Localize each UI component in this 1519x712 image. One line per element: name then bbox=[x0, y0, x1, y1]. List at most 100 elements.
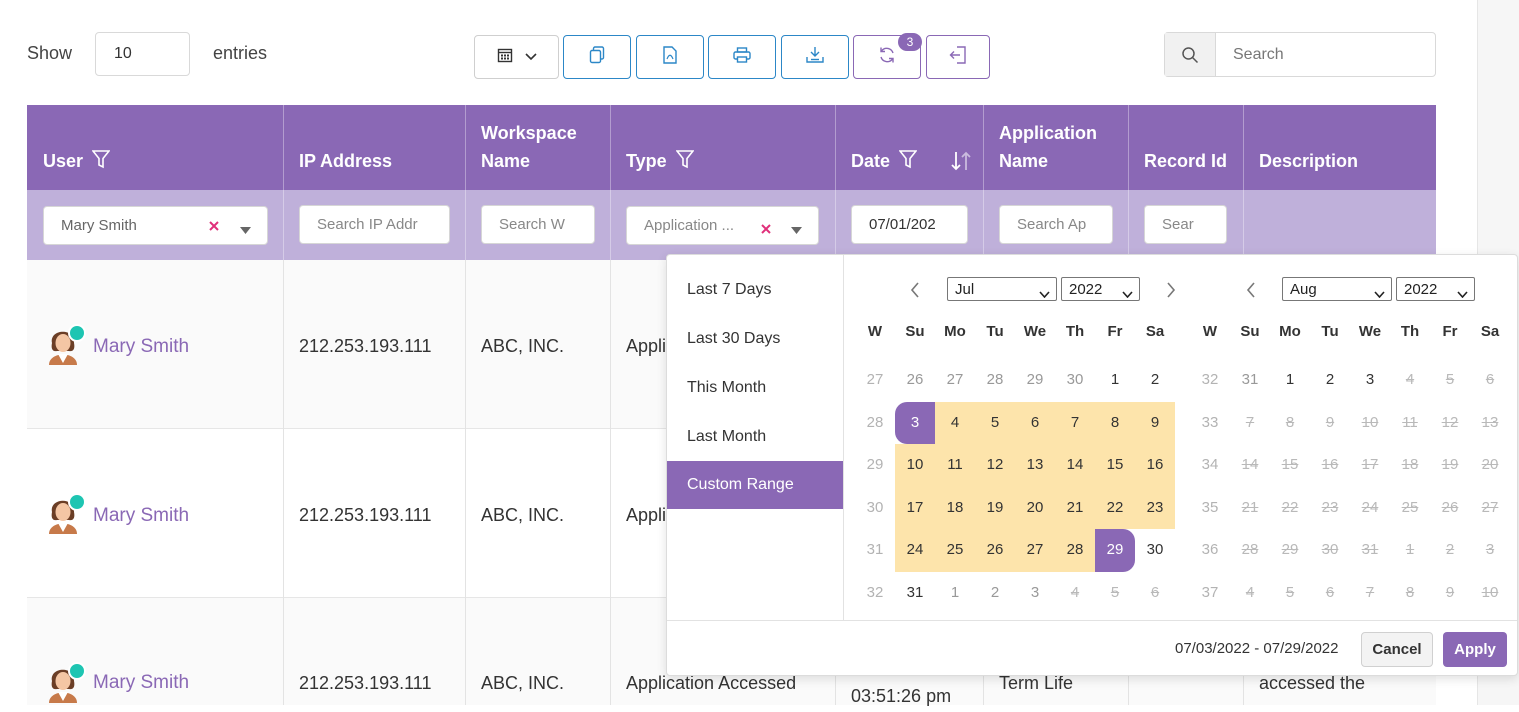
header-user[interactable]: User bbox=[43, 147, 111, 177]
user-link[interactable]: Mary Smith bbox=[93, 336, 189, 358]
user-link[interactable]: Mary Smith bbox=[93, 505, 189, 527]
calendar-day[interactable]: 20 bbox=[1015, 486, 1055, 530]
header-ip-address[interactable]: IP Address bbox=[299, 147, 392, 175]
calendar-day[interactable]: 19 bbox=[975, 486, 1015, 530]
user-filter-select[interactable]: Mary Smith bbox=[43, 206, 268, 245]
calendar-day[interactable]: 1 bbox=[1270, 359, 1310, 402]
workspace-filter-input[interactable]: Search W bbox=[481, 205, 595, 244]
calendar-day[interactable]: 2 bbox=[975, 572, 1015, 615]
calendar-day[interactable]: 13 bbox=[1015, 444, 1055, 487]
calendar-day[interactable]: 27 bbox=[935, 359, 975, 402]
day-of-week-header: Tu bbox=[986, 323, 1004, 340]
calendar-day[interactable]: 28 bbox=[1055, 529, 1095, 572]
prev-month-icon[interactable] bbox=[1246, 282, 1256, 303]
calendar-day[interactable]: 3 bbox=[1350, 359, 1390, 402]
clear-icon[interactable] bbox=[761, 221, 771, 239]
calendar-day[interactable]: 3 bbox=[1015, 572, 1055, 615]
calendar-day[interactable]: 22 bbox=[1095, 486, 1135, 530]
calendar-day[interactable]: 26 bbox=[975, 529, 1015, 572]
caret-down-icon[interactable] bbox=[240, 221, 251, 239]
calendar-day[interactable]: 4 bbox=[935, 401, 975, 445]
entries-select[interactable]: 10 bbox=[95, 32, 190, 76]
calendar-day[interactable]: 23 bbox=[1135, 486, 1175, 530]
cancel-button[interactable]: Cancel bbox=[1361, 632, 1433, 667]
filter-icon[interactable] bbox=[675, 149, 695, 177]
calendar-day: 30 bbox=[1321, 541, 1339, 559]
header-type[interactable]: Type bbox=[626, 147, 695, 177]
calendar-day[interactable]: 31 bbox=[895, 572, 935, 615]
calendar-day[interactable]: 2 bbox=[1310, 359, 1350, 402]
header-description[interactable]: Description bbox=[1259, 147, 1358, 175]
caret-down-icon[interactable] bbox=[791, 221, 802, 239]
calendar-day[interactable]: 29 bbox=[1095, 529, 1135, 572]
calendar-day[interactable]: 6 bbox=[1015, 401, 1055, 445]
range-last-7-days[interactable]: Last 7 Days bbox=[667, 266, 843, 314]
calendar-day[interactable]: 29 bbox=[1015, 359, 1055, 402]
calendar-day: 25 bbox=[1401, 498, 1419, 516]
import-button[interactable] bbox=[926, 35, 990, 79]
sort-icon[interactable] bbox=[950, 151, 972, 176]
pdf-button[interactable] bbox=[636, 35, 704, 79]
calendar-day[interactable]: 16 bbox=[1135, 444, 1175, 487]
header-workspace-name[interactable]: Workspace Name bbox=[481, 119, 591, 175]
header-application-name[interactable]: Application Name bbox=[999, 119, 1119, 175]
copy-button[interactable] bbox=[563, 35, 631, 79]
calendar-day[interactable]: 25 bbox=[935, 529, 975, 572]
calendar-day[interactable]: 14 bbox=[1055, 444, 1095, 487]
calendar-day: 8 bbox=[1405, 584, 1415, 601]
export-button[interactable] bbox=[781, 35, 849, 79]
range-last-month[interactable]: Last Month bbox=[667, 413, 843, 461]
search-input[interactable]: Search bbox=[1233, 46, 1284, 64]
calendar-day[interactable]: 8 bbox=[1095, 401, 1135, 445]
next-month-icon[interactable] bbox=[1166, 282, 1176, 303]
date-filter-input[interactable]: 07/01/202 bbox=[851, 205, 968, 244]
calendar-day[interactable]: 12 bbox=[975, 444, 1015, 487]
calendar-day[interactable]: 18 bbox=[935, 486, 975, 530]
application-filter-input[interactable]: Search Ap bbox=[999, 205, 1113, 244]
apply-button[interactable]: Apply bbox=[1443, 632, 1507, 667]
filter-icon[interactable] bbox=[91, 149, 111, 177]
filter-icon[interactable] bbox=[898, 149, 918, 177]
ip-filter-input[interactable]: Search IP Addr bbox=[299, 205, 450, 244]
calendar-day[interactable]: 10 bbox=[895, 444, 935, 487]
record-filter-input[interactable]: Sear bbox=[1144, 205, 1227, 244]
calendar-day[interactable]: 11 bbox=[935, 444, 975, 487]
calendar-day[interactable]: 31 bbox=[1230, 359, 1270, 402]
header-date[interactable]: Date bbox=[851, 147, 918, 177]
calendar-day[interactable]: 1 bbox=[1095, 359, 1135, 402]
calendar-day[interactable]: 2 bbox=[1135, 359, 1175, 402]
calendar-day[interactable]: 21 bbox=[1055, 486, 1095, 530]
calendar-day[interactable]: 3 bbox=[895, 401, 935, 445]
week-number: 32 bbox=[866, 584, 884, 601]
calendar-day[interactable]: 30 bbox=[1055, 359, 1095, 402]
calendar-day[interactable]: 24 bbox=[895, 529, 935, 572]
search-box[interactable]: Search bbox=[1164, 32, 1436, 77]
calendar-day[interactable]: 15 bbox=[1095, 444, 1135, 487]
filter-row: Mary Smith Search IP Addr Search W Appli… bbox=[27, 190, 1436, 260]
calendar-day: 4 bbox=[1405, 371, 1415, 388]
user-link[interactable]: Mary Smith bbox=[93, 672, 189, 694]
clear-icon[interactable] bbox=[209, 218, 219, 236]
calendar-day[interactable]: 5 bbox=[975, 401, 1015, 445]
calendar-day[interactable]: 26 bbox=[895, 359, 935, 402]
calendar-day[interactable]: 30 bbox=[1135, 529, 1175, 572]
print-button[interactable] bbox=[708, 35, 776, 79]
column-visibility-button[interactable] bbox=[474, 35, 559, 79]
calendar-day[interactable]: 7 bbox=[1055, 401, 1095, 445]
calendar-day: 17 bbox=[1361, 456, 1379, 474]
calendar-day[interactable]: 1 bbox=[935, 572, 975, 615]
range-custom-range[interactable]: Custom Range bbox=[667, 461, 843, 509]
workspace-cell: ABC, INC. bbox=[481, 505, 565, 525]
header-record-id[interactable]: Record Id bbox=[1144, 147, 1227, 175]
calendar-day[interactable]: 9 bbox=[1135, 401, 1175, 445]
calendar-day[interactable]: 17 bbox=[895, 486, 935, 530]
prev-month-icon[interactable] bbox=[910, 282, 920, 303]
calendar-day[interactable]: 28 bbox=[975, 359, 1015, 402]
range-this-month[interactable]: This Month bbox=[667, 364, 843, 412]
range-last-30-days[interactable]: Last 30 Days bbox=[667, 315, 843, 363]
workspace-cell: ABC, INC. bbox=[481, 673, 565, 693]
chevron-down-icon bbox=[1457, 285, 1468, 303]
calendar-day[interactable]: 27 bbox=[1015, 529, 1055, 572]
type-cell: Appli bbox=[626, 505, 667, 525]
calendar-day: 22 bbox=[1281, 498, 1299, 516]
